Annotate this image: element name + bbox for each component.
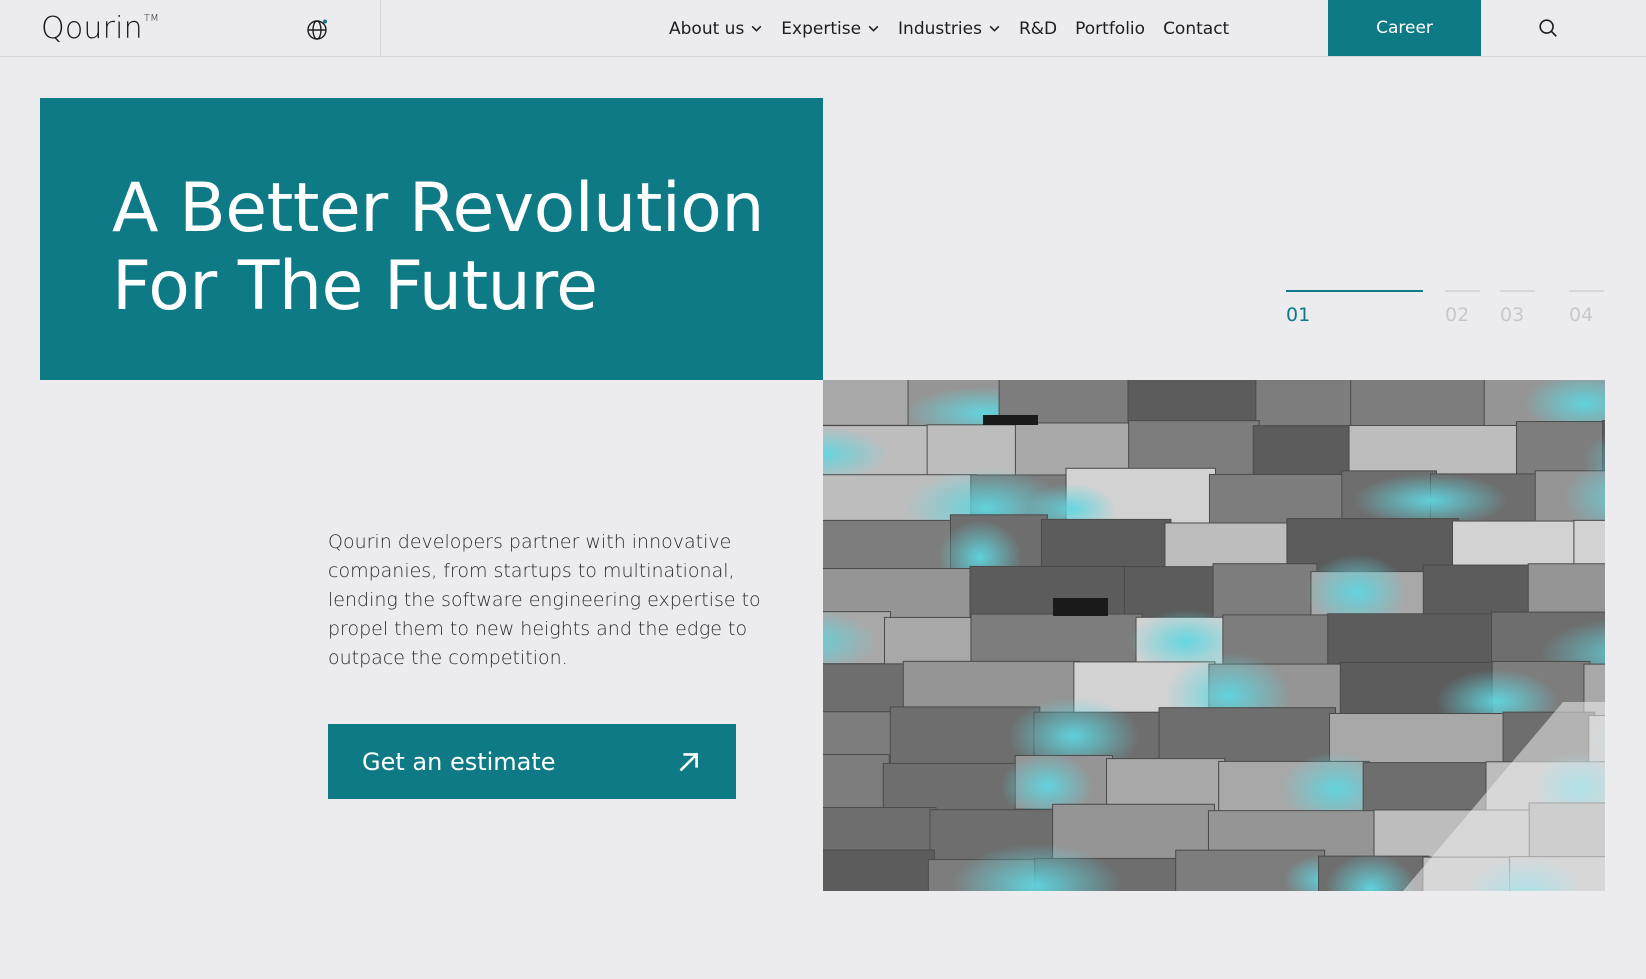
slide-progress-bar <box>1445 290 1480 292</box>
career-button[interactable]: Career <box>1328 0 1481 56</box>
hero-image <box>823 380 1605 891</box>
hero-title-panel: A Better Revolution For The Future <box>40 98 823 380</box>
slide-progress-bar <box>1286 290 1423 292</box>
slide-progress-bar <box>1569 290 1604 292</box>
logo[interactable]: QourinTM <box>41 11 159 46</box>
slide-tab-03[interactable]: 03 <box>1500 290 1535 326</box>
nav-rnd-label: R&D <box>1018 18 1058 39</box>
nav-contact[interactable]: Contact <box>1163 19 1229 39</box>
chevron-down-icon <box>989 25 1000 32</box>
header-divider <box>380 0 381 57</box>
page: QourinTM About us Expertise Industries R… <box>0 0 1646 979</box>
logo-text: Qourin <box>41 11 143 46</box>
career-label: Career <box>1376 18 1433 38</box>
search-icon[interactable] <box>1537 17 1559 39</box>
chevron-down-icon <box>868 25 879 32</box>
texture-block <box>823 380 915 426</box>
slide-tab-01[interactable]: 01 <box>1286 290 1423 326</box>
hero-title: A Better Revolution For The Future <box>112 170 802 326</box>
hero-blocks-graphic <box>823 380 1605 891</box>
slide-tab-04[interactable]: 04 <box>1569 290 1604 326</box>
texture-block <box>970 613 1143 668</box>
slide-number: 04 <box>1569 304 1594 326</box>
slide-number: 02 <box>1445 304 1470 326</box>
nav-about-us-label: About us <box>669 18 745 39</box>
nav-industries[interactable]: Industries <box>898 19 1001 39</box>
hero-title-line-2: For The Future <box>112 247 598 326</box>
main-nav: About us Expertise Industries R&D Portfo… <box>669 0 1229 57</box>
hero-description: Qourin developers partner with innovativ… <box>328 531 761 669</box>
nav-portfolio-label: Portfolio <box>1075 18 1146 39</box>
globe-icon[interactable] <box>305 18 329 42</box>
texture-block <box>823 754 890 814</box>
nav-expertise[interactable]: Expertise <box>781 19 880 39</box>
slide-tab-02[interactable]: 02 <box>1445 290 1480 326</box>
get-estimate-button[interactable]: Get an estimate <box>328 724 736 799</box>
slide-number: 03 <box>1500 304 1525 326</box>
texture-block <box>1127 380 1263 426</box>
slide-number: 01 <box>1286 304 1311 326</box>
texture-block <box>823 849 935 891</box>
site-header: QourinTM About us Expertise Industries R… <box>0 0 1646 57</box>
chevron-down-icon <box>751 25 762 32</box>
nav-industries-label: Industries <box>898 18 982 39</box>
nav-expertise-label: Expertise <box>781 18 862 39</box>
nav-contact-label: Contact <box>1163 18 1230 39</box>
nav-rnd[interactable]: R&D <box>1019 19 1057 39</box>
texture-block <box>1252 425 1356 483</box>
arrow-up-right-icon <box>679 752 699 771</box>
get-estimate-label: Get an estimate <box>362 747 556 776</box>
nav-portfolio[interactable]: Portfolio <box>1075 19 1145 39</box>
hero-title-line-1: A Better Revolution <box>112 169 764 248</box>
logo-trademark: TM <box>143 13 160 24</box>
nav-about-us[interactable]: About us <box>669 19 763 39</box>
slide-progress-bar <box>1500 290 1535 292</box>
texture-shadow <box>983 415 1038 425</box>
slide-indicator: 01 02 03 04 <box>1286 290 1606 330</box>
texture-shadow <box>1053 598 1108 616</box>
